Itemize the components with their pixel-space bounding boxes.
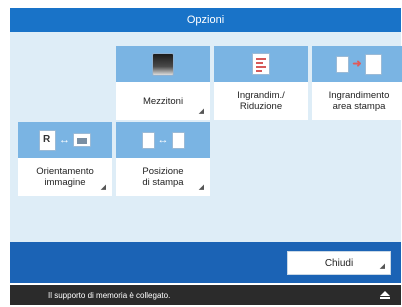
status-message: Il supporto di memoria è collegato. bbox=[48, 290, 171, 300]
enlarge-print-area-icon: ➜ bbox=[312, 46, 402, 82]
footer-bar: Chiudi ◢ bbox=[10, 242, 401, 283]
arrow-right-icon: ➜ bbox=[352, 57, 362, 70]
document-small-icon bbox=[141, 131, 155, 149]
document-icon bbox=[252, 53, 270, 75]
tile-label: Posizione di stampa bbox=[142, 166, 184, 188]
close-button-label: Chiudi bbox=[324, 257, 354, 269]
landscape-document-icon bbox=[73, 133, 91, 147]
enlarge-reduce-icon bbox=[214, 46, 308, 82]
options-screen: Opzioni Mezzitoni ◢ Ingrandim./ Riduzion… bbox=[0, 0, 402, 307]
tile-label: Ingrandim./ Riduzione bbox=[237, 90, 285, 112]
portrait-document-icon: R bbox=[39, 129, 56, 151]
eject-icon[interactable] bbox=[373, 285, 397, 305]
tile-label: Orientamento immagine bbox=[36, 166, 94, 188]
print-position-icon: ↔ bbox=[116, 122, 210, 158]
halftone-swatch bbox=[152, 52, 174, 76]
corner-arrow-icon: ◢ bbox=[198, 108, 204, 115]
halftone-button[interactable]: Mezzitoni ◢ bbox=[116, 46, 210, 120]
page-title: Opzioni bbox=[186, 14, 225, 26]
print-position-button[interactable]: ↔ Posizione di stampa ◢ bbox=[116, 122, 210, 196]
corner-arrow-icon: ◢ bbox=[100, 184, 106, 191]
swap-arrow-icon: ↔ bbox=[157, 133, 169, 146]
close-button[interactable]: Chiudi ◢ bbox=[287, 251, 391, 275]
enlarge-print-area-button[interactable]: ➜ Ingrandimento area stampa bbox=[312, 46, 402, 120]
enlarge-reduce-button[interactable]: Ingrandim./ Riduzione bbox=[214, 46, 308, 120]
image-orientation-icon: R ↔ bbox=[18, 122, 112, 158]
document-large-icon bbox=[364, 53, 382, 75]
image-orientation-button[interactable]: R ↔ Orientamento immagine ◢ bbox=[18, 122, 112, 196]
document-small-icon bbox=[171, 131, 185, 149]
document-small-icon bbox=[336, 55, 350, 73]
tile-label: Mezzitoni bbox=[142, 95, 184, 107]
status-bar: Il supporto di memoria è collegato. bbox=[10, 285, 401, 305]
options-panel: Mezzitoni ◢ Ingrandim./ Riduzione ➜ Ingr… bbox=[10, 32, 402, 242]
corner-arrow-icon: ◢ bbox=[379, 263, 385, 270]
swap-arrow-icon: ↔ bbox=[59, 133, 70, 146]
tile-label: Ingrandimento area stampa bbox=[328, 90, 390, 112]
title-bar: Opzioni bbox=[10, 8, 401, 32]
corner-arrow-icon: ◢ bbox=[198, 184, 204, 191]
halftone-icon bbox=[116, 46, 210, 82]
